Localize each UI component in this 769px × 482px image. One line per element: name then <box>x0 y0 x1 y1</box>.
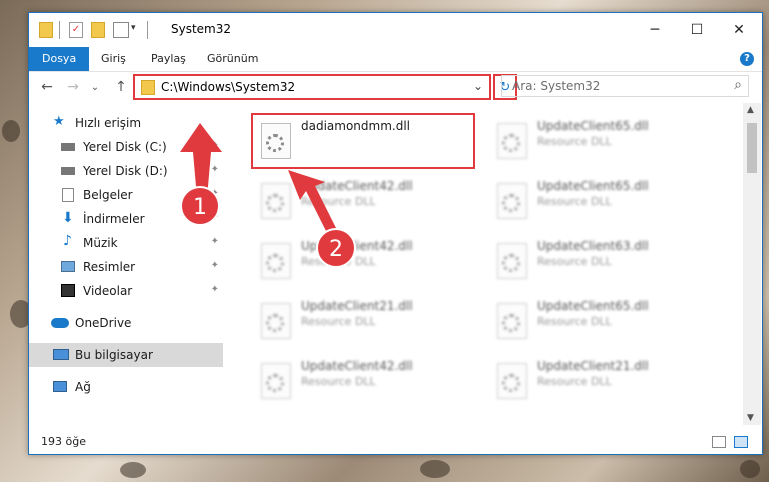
annotation-arrows <box>180 123 336 233</box>
arrow-2 <box>288 170 336 233</box>
step-badge-1: 1 <box>180 186 220 226</box>
step-badge-2: 2 <box>316 228 356 268</box>
